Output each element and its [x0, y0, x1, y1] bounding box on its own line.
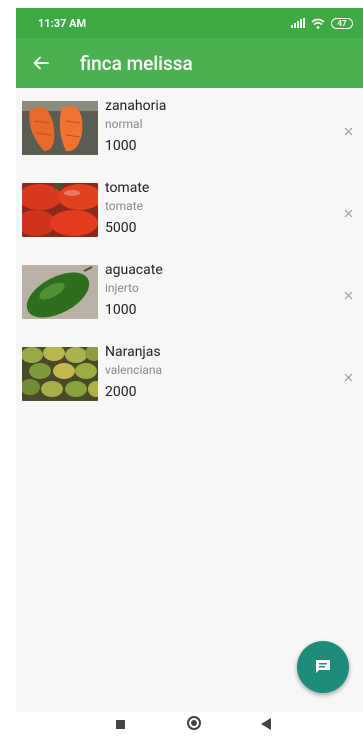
delete-icon[interactable]: [341, 370, 355, 384]
wifi-icon: [311, 18, 325, 29]
item-text: aguacate injerto 1000: [105, 261, 163, 321]
list-item[interactable]: aguacate injerto 1000: [16, 262, 363, 344]
app-screen: 11:37 AM 47 finca melissa zanahoria norm…: [16, 8, 363, 712]
item-text: tomate tomate 5000: [105, 179, 149, 239]
status-time: 11:37 AM: [38, 16, 87, 30]
signal-icon: [291, 18, 305, 28]
list-item[interactable]: tomate tomate 5000: [16, 180, 363, 262]
list-item[interactable]: zanahoria normal 1000: [16, 98, 363, 180]
item-text: Naranjas valenciana 2000: [105, 343, 162, 403]
status-icons: 47: [291, 17, 353, 29]
page-title: finca melissa: [80, 51, 193, 75]
item-name: aguacate: [105, 262, 163, 278]
product-list: zanahoria normal 1000 tomate tomate 5000…: [16, 88, 363, 426]
avocado-photo: [22, 265, 98, 319]
status-bar: 11:37 AM 47: [16, 8, 363, 38]
item-name: Naranjas: [105, 344, 161, 360]
delete-icon[interactable]: [341, 288, 355, 302]
item-variety: valenciana: [105, 363, 163, 377]
tomato-photo: [22, 183, 98, 237]
app-bar: finca melissa: [16, 38, 363, 88]
item-name: tomate: [105, 180, 150, 196]
oranges-photo: [22, 347, 98, 401]
back-triangle-icon[interactable]: [261, 718, 271, 730]
item-quantity: 2000: [105, 384, 137, 400]
list-item[interactable]: Naranjas valenciana 2000: [16, 344, 363, 426]
system-nav-bar: [0, 712, 363, 737]
item-quantity: 5000: [105, 220, 137, 236]
chat-icon: [316, 660, 330, 673]
item-variety: injerto: [105, 281, 139, 295]
arrow-left-icon[interactable]: [32, 54, 50, 72]
item-name: zanahoria: [105, 98, 167, 114]
carrot-photo: [22, 101, 98, 155]
item-quantity: 1000: [105, 302, 137, 318]
recents-icon[interactable]: [116, 720, 125, 729]
item-quantity: 1000: [105, 138, 137, 154]
delete-icon[interactable]: [341, 206, 355, 220]
chat-fab-button[interactable]: [297, 641, 349, 693]
item-variety: normal: [105, 117, 143, 131]
battery-icon: 47: [331, 17, 353, 29]
home-icon[interactable]: [187, 716, 201, 730]
item-text: zanahoria normal 1000: [105, 97, 166, 157]
delete-icon[interactable]: [341, 124, 355, 138]
item-variety: tomate: [105, 199, 143, 213]
